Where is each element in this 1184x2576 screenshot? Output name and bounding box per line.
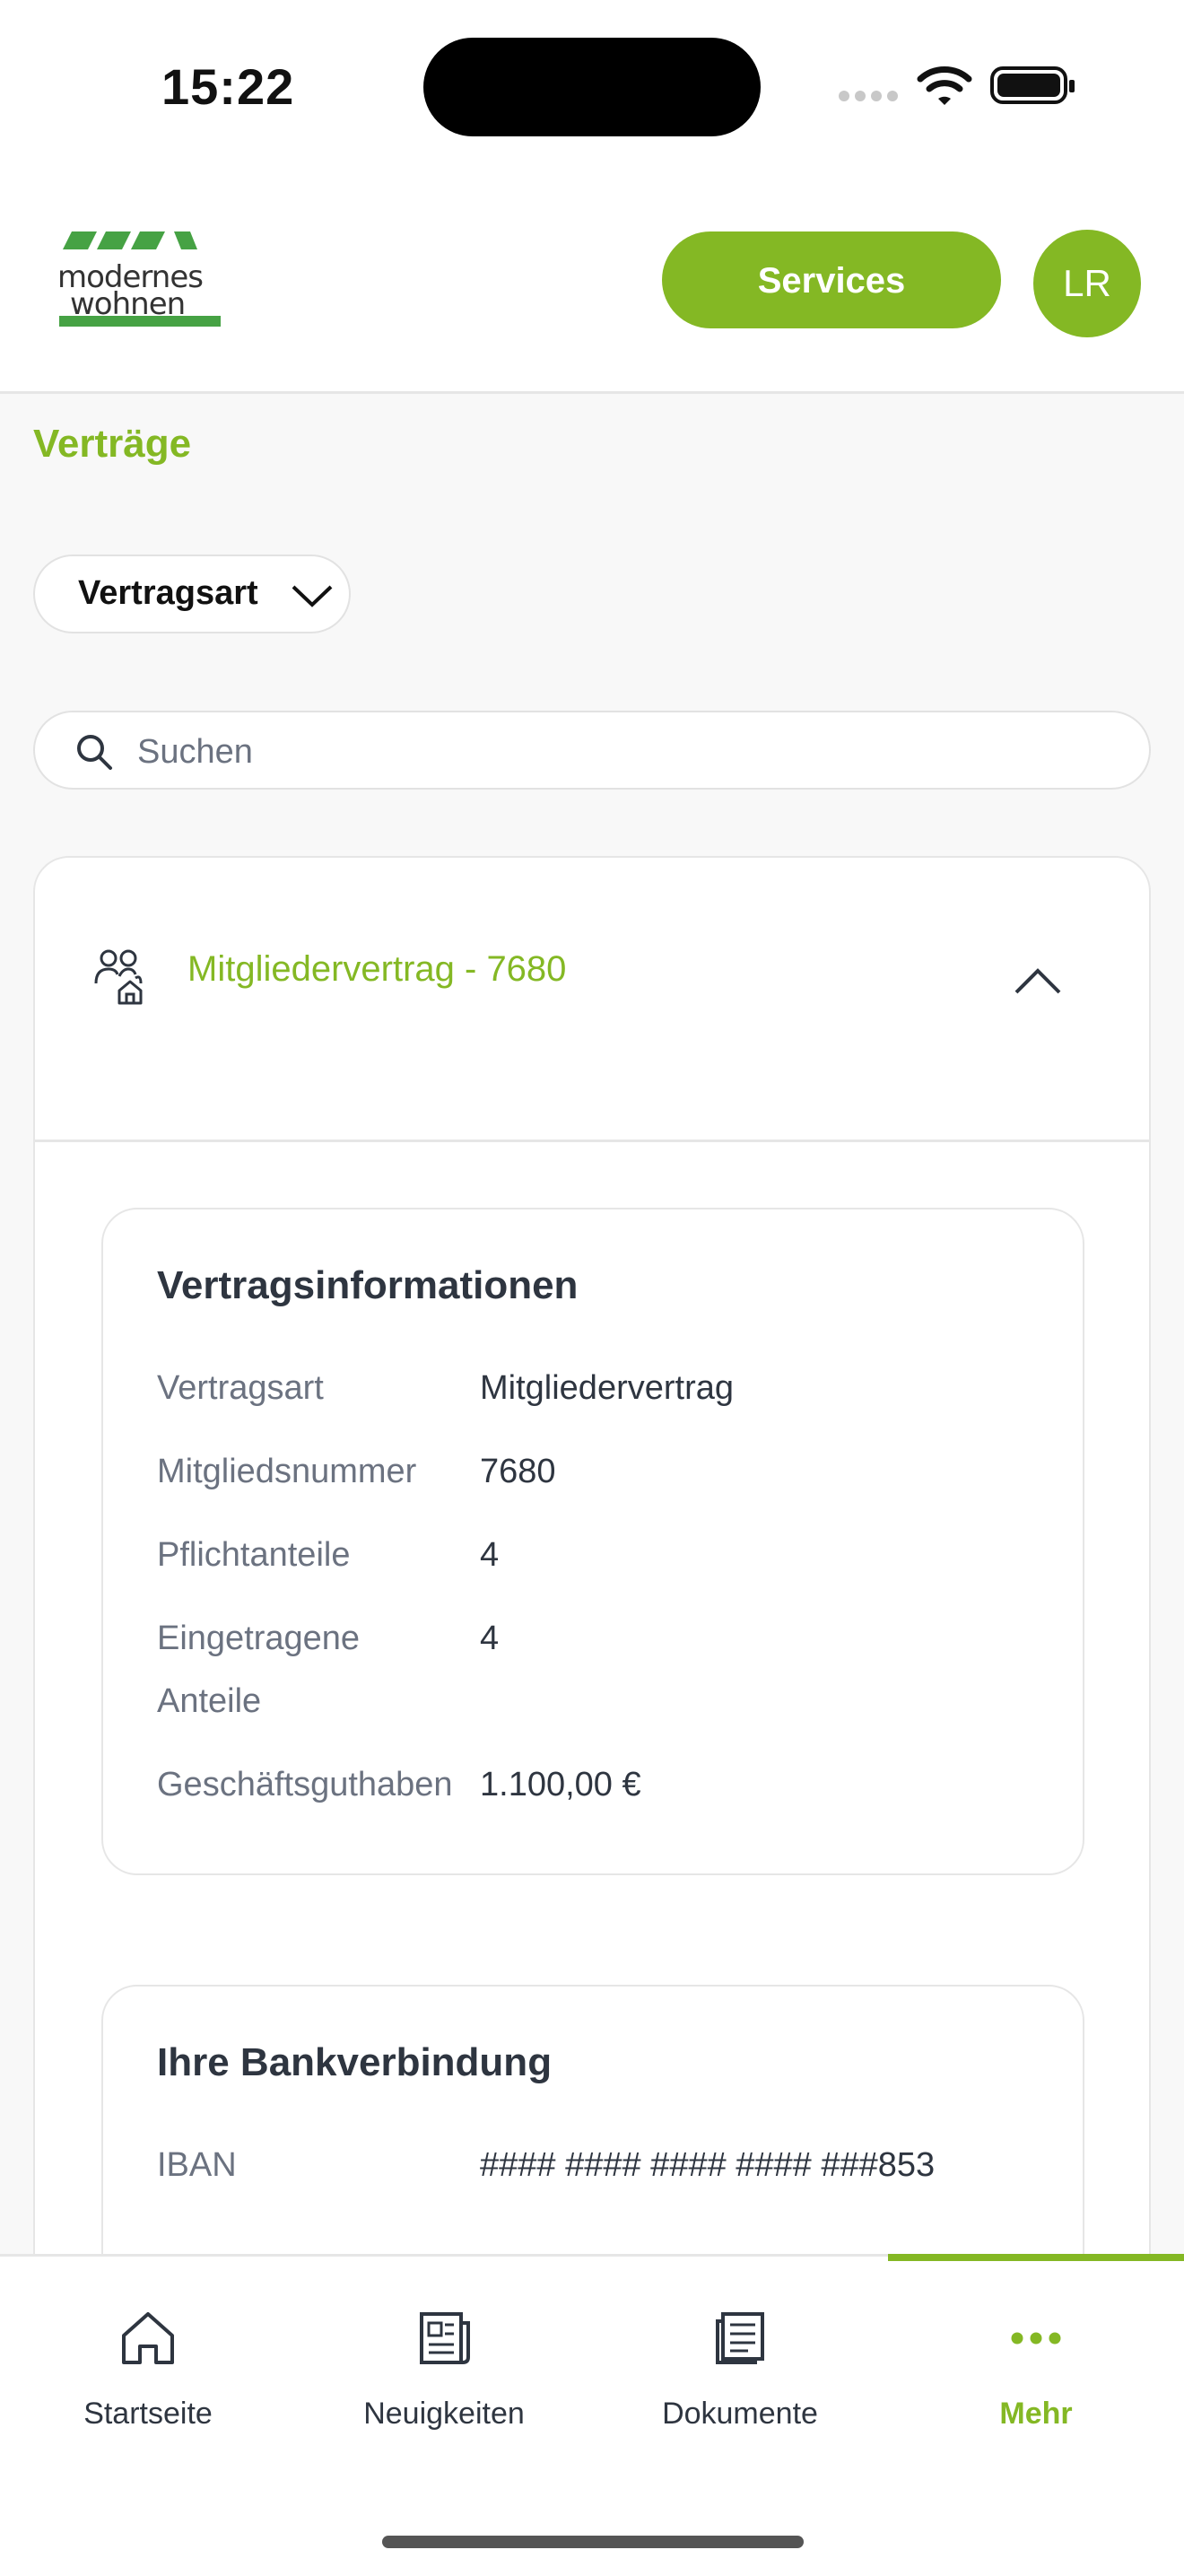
tab-label: Mehr <box>999 2397 1073 2431</box>
section-heading: Vertragsinformationen <box>157 1263 579 1307</box>
search-icon <box>77 735 112 770</box>
members-house-icon <box>94 949 143 1005</box>
contract-card-header[interactable]: Mitgliedervertrag - 7680 <box>35 858 1149 1142</box>
tab-mehr[interactable]: Mehr <box>888 2309 1184 2432</box>
tab-label: Neuigkeiten <box>363 2397 525 2431</box>
bank-label: IBAN <box>157 2146 237 2184</box>
app-header: modernes wohnen Services LR <box>0 170 1184 394</box>
status-time: 15:22 <box>161 58 295 115</box>
bank-section: Ihre Bankverbindung IBAN #### #### #### … <box>101 1985 1084 2290</box>
section-heading: Ihre Bankverbindung <box>157 2040 553 2084</box>
bank-value: #### #### #### #### ###853 <box>480 2146 936 2184</box>
tab-neuigkeiten[interactable]: Neuigkeiten <box>296 2309 592 2432</box>
contract-title: Mitgliedervertrag - 7680 <box>187 949 567 989</box>
contract-card: Mitgliedervertrag - 7680 Vertragsinforma… <box>33 856 1151 2292</box>
tab-startseite[interactable]: Startseite <box>0 2309 296 2432</box>
newspaper-icon <box>420 2312 470 2364</box>
info-value: Mitgliedervertrag <box>480 1369 734 1407</box>
home-indicator <box>382 2536 804 2548</box>
more-icon <box>1011 2332 1061 2345</box>
info-value: 1.100,00 € <box>480 1766 641 1803</box>
filter-label: Vertragsart <box>78 574 258 612</box>
avatar[interactable]: LR <box>1033 230 1141 337</box>
wifi-icon <box>917 66 972 105</box>
battery-icon <box>990 66 1075 104</box>
info-value: 4 <box>480 1536 500 1574</box>
tab-label: Startseite <box>83 2397 213 2431</box>
status-bar: 15:22 <box>0 0 1184 170</box>
info-value: 4 <box>480 1620 500 1657</box>
contract-info-section: Vertragsinformationen Vertragsart Mitgli… <box>101 1208 1084 1875</box>
logo: modernes wohnen <box>56 230 226 328</box>
tab-label: Dokumente <box>662 2397 818 2431</box>
tab-bar: Startseite Neuigkeiten Dokumente Mehr <box>0 2254 1184 2576</box>
info-label: Eingetragene Anteile <box>157 1620 361 1720</box>
info-label: Pflichtanteile <box>157 1536 351 1574</box>
logo-bar <box>59 316 221 327</box>
services-button[interactable]: Services <box>662 231 1001 328</box>
signal-icon <box>839 90 903 106</box>
info-label: Mitgliedsnummer <box>157 1453 417 1490</box>
home-icon <box>122 2312 174 2364</box>
chevron-down-icon <box>292 585 333 607</box>
info-label: Vertragsart <box>157 1369 324 1407</box>
search-input[interactable] <box>135 725 1126 779</box>
dynamic-island <box>423 38 761 136</box>
document-icon <box>716 2312 764 2364</box>
page-title: Verträge <box>33 422 192 466</box>
contract-type-filter[interactable]: Vertragsart <box>33 554 351 633</box>
active-tab-indicator <box>888 2254 1184 2261</box>
chevron-up-icon[interactable] <box>1013 964 1063 996</box>
logo-text: modernes wohnen <box>57 259 204 322</box>
info-value: 7680 <box>480 1453 556 1490</box>
search-bar[interactable] <box>33 711 1151 790</box>
tab-dokumente[interactable]: Dokumente <box>592 2309 888 2432</box>
info-label: Geschäftsguthaben <box>157 1766 453 1803</box>
